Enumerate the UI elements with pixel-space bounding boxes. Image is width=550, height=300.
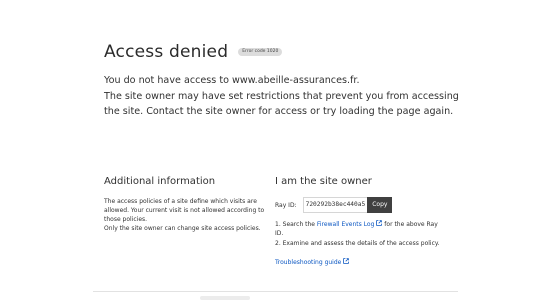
header: Access denied Error code 1020 You do not… <box>104 42 464 120</box>
step-1: 1. Search the Firewall Events Log for th… <box>275 220 443 238</box>
additional-info-section: Additional information The access polici… <box>104 176 272 233</box>
copy-button[interactable]: Copy <box>367 197 393 213</box>
owner-change-text: Only the site owner can change site acce… <box>104 225 261 232</box>
additional-info-title: Additional information <box>104 176 216 187</box>
site-owner-title: I am the site owner <box>275 176 372 187</box>
firewall-events-log-label: Firewall Events Log <box>316 221 375 228</box>
lead-text: You do not have access to www.abeille-as… <box>104 73 464 120</box>
ray-id-row: Ray ID: 720292b38ec440a5 Copy <box>275 197 443 213</box>
ray-id-value[interactable]: 720292b38ec440a5 <box>302 197 368 213</box>
step-1-prefix: 1. Search the <box>275 221 317 228</box>
page-title: Access denied <box>104 42 229 62</box>
owner-steps: 1. Search the Firewall Events Log for th… <box>275 220 443 248</box>
troubleshooting-row: Troubleshooting guide <box>275 258 443 266</box>
access-denied-page: Access denied Error code 1020 You do not… <box>0 0 550 300</box>
access-policy-text: The access policies of a site define whi… <box>104 198 265 223</box>
footer-divider <box>93 291 458 292</box>
site-owner-section: I am the site owner Ray ID: 720292b38ec4… <box>275 176 443 266</box>
error-code-badge: Error code 1020 <box>238 47 283 57</box>
troubleshooting-guide-link[interactable]: Troubleshooting guide <box>275 258 350 266</box>
troubleshooting-guide-label: Troubleshooting guide <box>275 258 342 266</box>
firewall-events-log-link[interactable]: Firewall Events Log <box>316 220 383 228</box>
restriction-message: The site owner may have set restrictions… <box>104 90 459 118</box>
footer-placeholder <box>200 296 250 300</box>
external-link-icon <box>343 258 350 266</box>
access-message: You do not have access to www.abeille-as… <box>104 75 360 86</box>
step-2: 2. Examine and assess the details of the… <box>275 240 440 247</box>
title-row: Access denied Error code 1020 <box>104 42 464 62</box>
ray-id-label: Ray ID: <box>275 201 297 209</box>
